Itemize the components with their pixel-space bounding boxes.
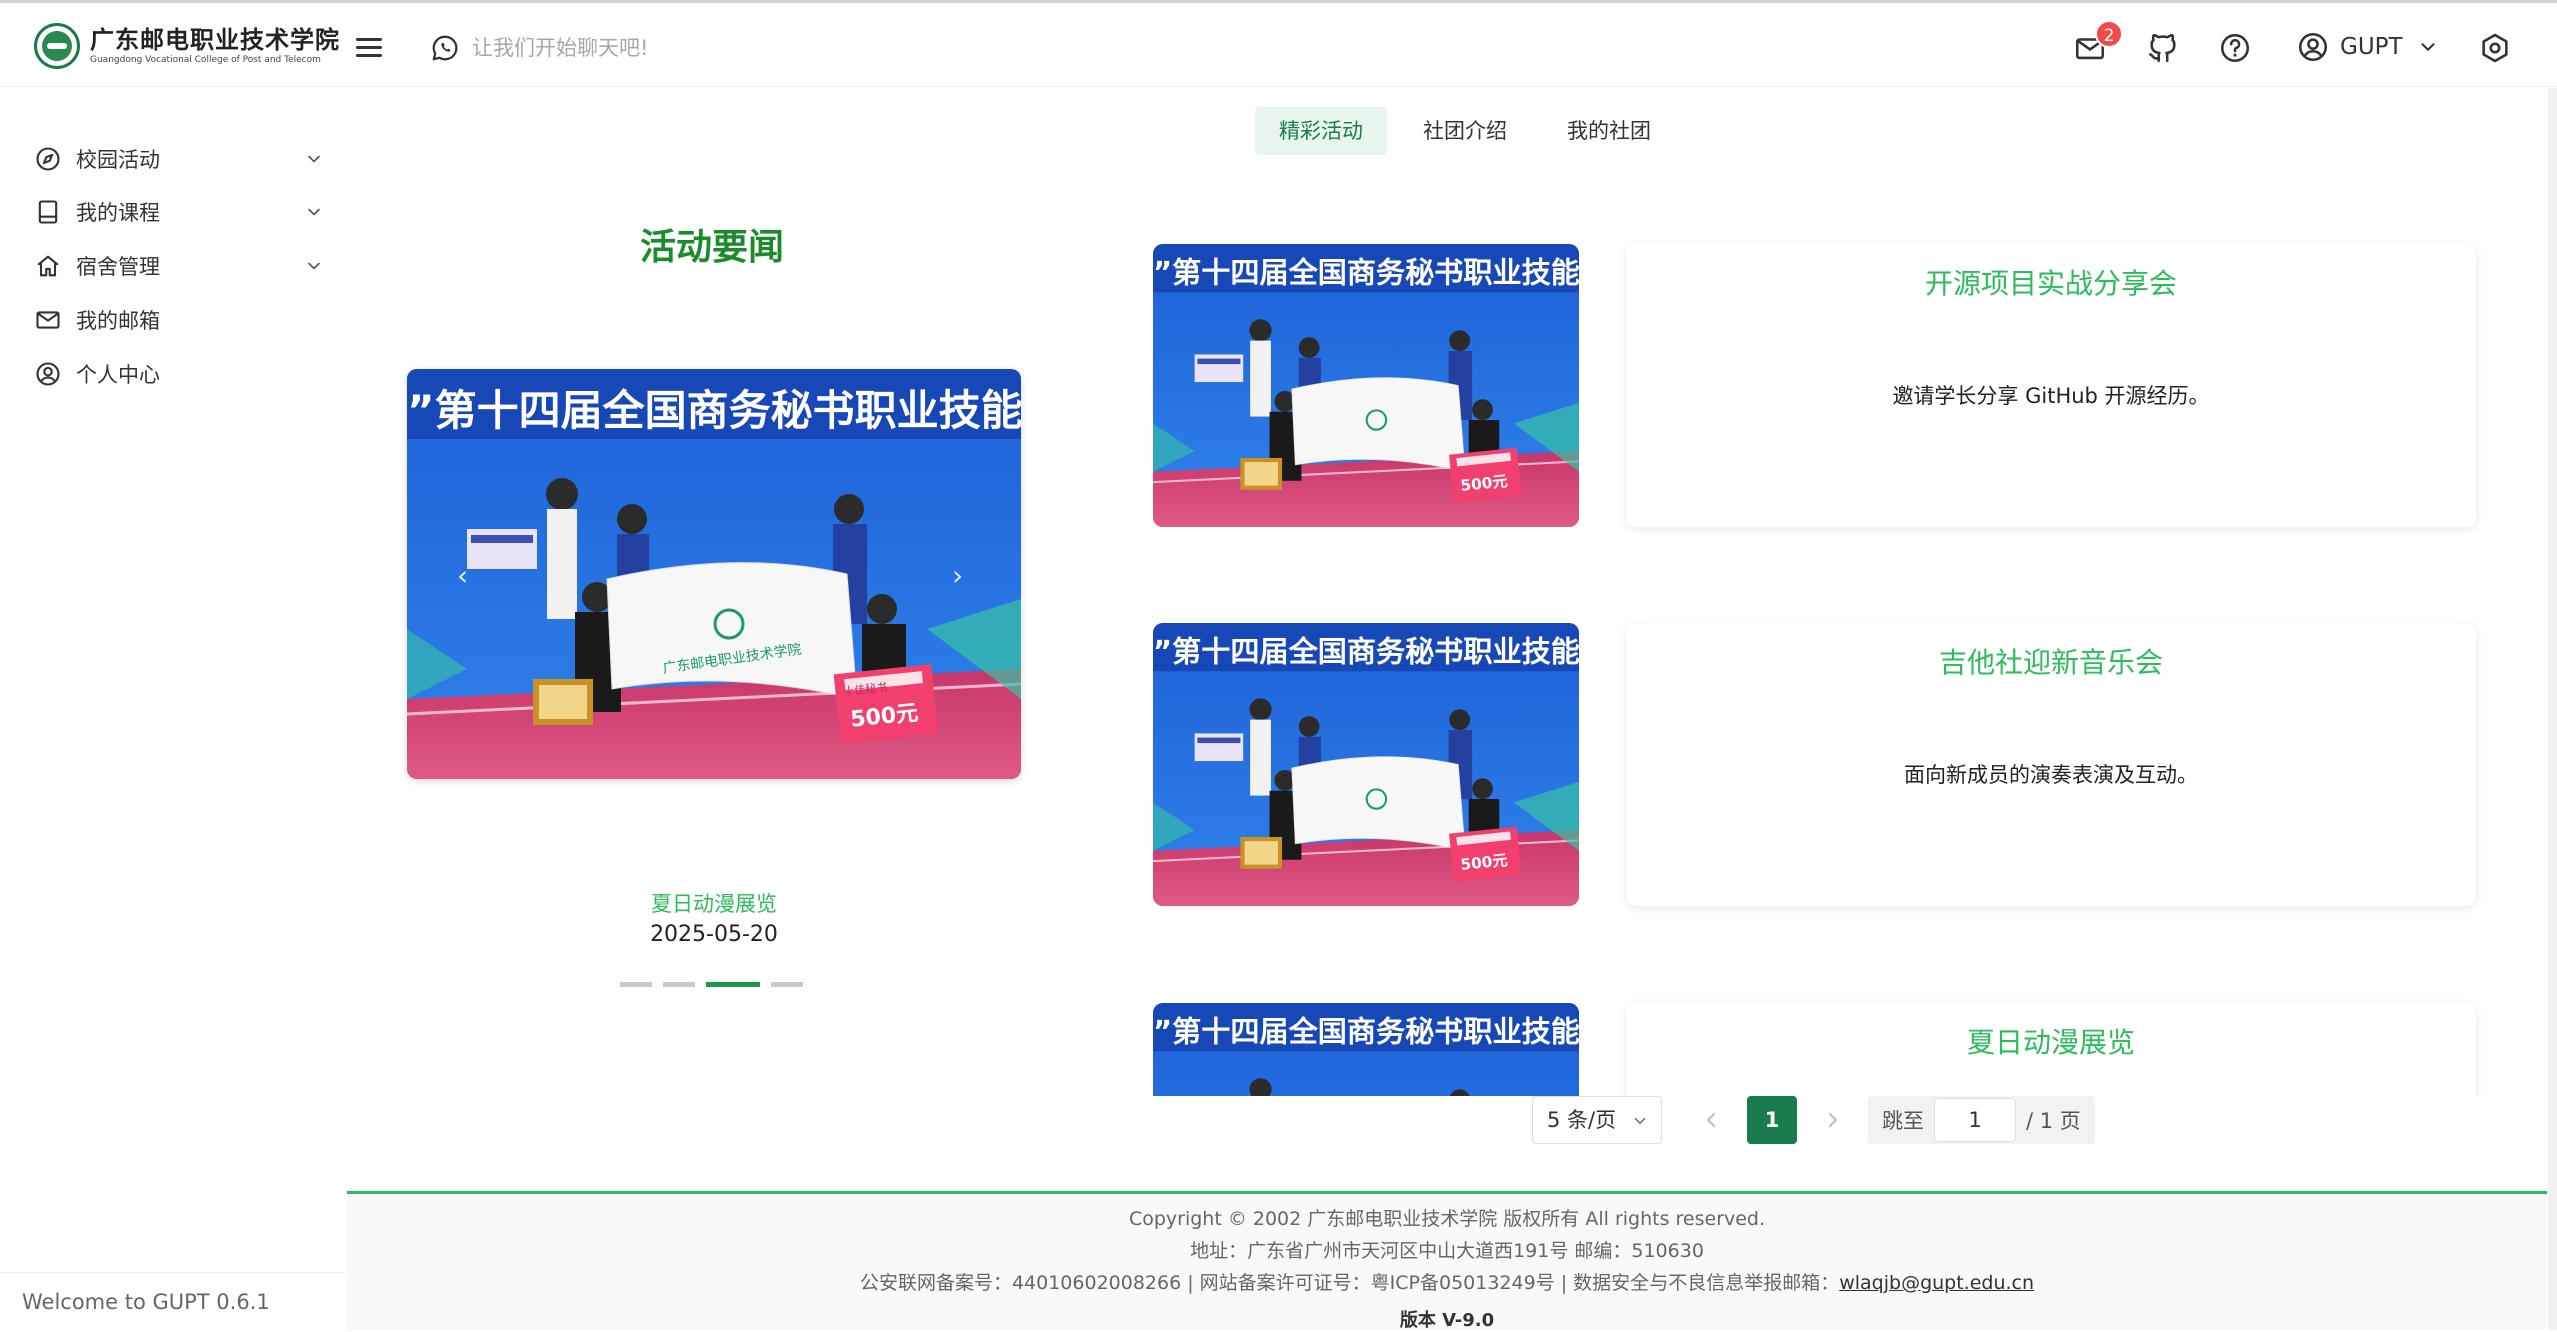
activity-photo: ”第十四届全国商务秘书职业技能 [1153, 1003, 1579, 1096]
total-pages-label: / 1 页 [2026, 1109, 2081, 1133]
activity-title[interactable]: 开源项目实战分享会 [1626, 262, 2476, 302]
activity-image[interactable]: ”第十四届全国商务秘书职业技能 [1153, 1003, 1579, 1096]
activity-title[interactable]: 夏日动漫展览 [1626, 1021, 2476, 1061]
page-number-current[interactable]: 1 [1747, 1096, 1797, 1144]
chevron-down-icon [2421, 43, 2435, 51]
sidebar-item-campus-activities[interactable]: 校园活动 [34, 137, 324, 181]
photo-banner-text: ”第十四届全国商务秘书职业技能 [407, 386, 1021, 435]
sidebar-welcome-text: Welcome to GUPT 0.6.1 [0, 1272, 346, 1330]
sidebar-item-label: 个人中心 [76, 363, 160, 387]
prev-page-icon[interactable] [1699, 1108, 1723, 1132]
sidebar-item-label: 校园活动 [76, 148, 160, 172]
footer-version: 版本 V-9.0 [1399, 1310, 1495, 1331]
user-circle-icon [2298, 32, 2328, 62]
top-navbar: 广东邮电职业技术学院 Guangdong Vocational College … [0, 3, 2557, 87]
chat-input[interactable] [472, 31, 852, 65]
sidebar-item-my-mailbox[interactable]: 我的邮箱 [34, 298, 324, 342]
content-tabs: 精彩活动 社团介绍 我的社团 [1255, 107, 1687, 155]
book-icon [38, 200, 58, 224]
logo-english-name: Guangdong Vocational College of Post and… [90, 55, 321, 65]
jump-page-input[interactable] [1934, 1098, 2016, 1142]
settings-icon[interactable] [2478, 31, 2512, 65]
chat-icon [432, 35, 458, 61]
carousel-dot-active[interactable] [706, 982, 760, 987]
activity-photo: ”第十四届全国商务秘书职业技能 500元 [1153, 244, 1579, 527]
photo-banner-text: ”第十四届全国商务秘书职业技能 [1153, 256, 1579, 290]
user-menu[interactable]: GUPT [2296, 30, 2439, 64]
carousel-dot[interactable] [663, 982, 695, 987]
carousel-prev-icon[interactable]: ‹ [457, 559, 468, 592]
logo-chinese-name: 广东邮电职业技术学院 [90, 25, 340, 54]
menu-icon[interactable] [356, 36, 384, 58]
carousel-photo: ”第十四届全国商务秘书职业技能 广东邮电职业技术学院 十佳秘书 500元 [407, 369, 1021, 779]
chevron-down-icon [308, 208, 320, 216]
photo-banner-text: ”第十四届全国商务秘书职业技能 [1153, 1015, 1579, 1049]
footer-records: 公安联网备案号：44010602008266 | 网站备案许可证号：粤ICP备0… [347, 1268, 2547, 1295]
activity-photo: ”第十四届全国商务秘书职业技能 500元 [1153, 623, 1579, 906]
activity-image[interactable]: ”第十四届全国商务秘书职业技能 500元 [1153, 623, 1579, 906]
photo-banner-text: ”第十四届全国商务秘书职业技能 [1153, 635, 1579, 669]
user-circle-icon [36, 362, 60, 386]
page-size-select[interactable]: 5 条/页 [1532, 1096, 1662, 1144]
carousel-dots [620, 982, 814, 987]
footer-email-link[interactable]: wlaqjb@gupt.edu.cn [1839, 1272, 2034, 1294]
footer-address: 地址：广东省广州市天河区中山大道西191号 邮编：510630 [1190, 1240, 1704, 1262]
news-section-title: 活动要闻 [640, 227, 785, 268]
news-carousel[interactable]: ”第十四届全国商务秘书职业技能 广东邮电职业技术学院 十佳秘书 500元 ‹ › [407, 369, 1021, 779]
footer-copyright: Copyright © 2002 广东邮电职业技术学院 版权所有 All rig… [1128, 1208, 1766, 1230]
activity-image[interactable]: ”第十四届全国商务秘书职业技能 500元 [1153, 244, 1579, 527]
activity-card[interactable]: 夏日动漫展览 [1626, 1003, 2476, 1096]
activity-card[interactable]: 吉他社迎新音乐会 面向新成员的演奏表演及互动。 [1626, 623, 2476, 906]
compass-icon [36, 147, 60, 171]
tab-featured-activities[interactable]: 精彩活动 [1255, 107, 1387, 155]
college-seal-icon [34, 23, 80, 69]
github-icon[interactable] [2146, 31, 2180, 65]
sidebar-item-dorm-management[interactable]: 宿舍管理 [34, 244, 324, 288]
mail-unread-badge: 2 [2095, 20, 2123, 48]
next-page-icon[interactable] [1821, 1108, 1845, 1132]
user-name: GUPT [2340, 34, 2403, 60]
sidebar-item-personal-center[interactable]: 个人中心 [34, 352, 324, 396]
page-scrollbar[interactable] [2548, 88, 2557, 1330]
jump-label: 跳至 [1882, 1109, 1924, 1133]
activity-description: 邀请学长分享 GitHub 开源经历。 [1892, 384, 2210, 408]
tab-my-clubs[interactable]: 我的社团 [1543, 107, 1675, 155]
activity-description: 面向新成员的演奏表演及互动。 [1904, 763, 2198, 787]
slide-title[interactable]: 夏日动漫展览 [407, 888, 1021, 918]
sidebar: 校园活动 我的课程 宿舍管理 我的邮箱 个人中心 [0, 88, 346, 1330]
carousel-dot[interactable] [771, 982, 803, 987]
footer-record-text: 公安联网备案号：44010602008266 | 网站备案许可证号：粤ICP备0… [859, 1272, 1840, 1294]
activity-list[interactable]: ”第十四届全国商务秘书职业技能 500元 开源项目实战分享会 邀请学长分享 Gi… [1150, 228, 2490, 1096]
chevron-down-icon [308, 262, 320, 270]
page-jumper: 跳至 / 1 页 [1868, 1096, 2095, 1144]
carousel-dot[interactable] [620, 982, 652, 987]
home-icon [37, 255, 59, 277]
tab-club-intro[interactable]: 社团介绍 [1399, 107, 1531, 155]
activity-title[interactable]: 吉他社迎新音乐会 [1626, 641, 2476, 681]
sidebar-item-my-courses[interactable]: 我的课程 [34, 190, 324, 234]
chevron-down-icon [308, 155, 320, 163]
college-logo[interactable]: 广东邮电职业技术学院 Guangdong Vocational College … [34, 23, 340, 69]
carousel-next-icon[interactable]: › [952, 559, 963, 592]
slide-date: 2025-05-20 [650, 922, 778, 947]
sidebar-item-label: 宿舍管理 [76, 255, 160, 279]
help-icon[interactable] [2218, 31, 2252, 65]
chevron-down-icon [1634, 1118, 1646, 1125]
page-size-value: 5 条/页 [1547, 1108, 1617, 1132]
page-footer: Copyright © 2002 广东邮电职业技术学院 版权所有 All rig… [347, 1191, 2547, 1331]
activity-card[interactable]: 开源项目实战分享会 邀请学长分享 GitHub 开源经历。 [1626, 244, 2476, 527]
sidebar-item-label: 我的课程 [76, 201, 160, 225]
sidebar-item-label: 我的邮箱 [76, 309, 160, 333]
mail-icon [36, 311, 60, 329]
